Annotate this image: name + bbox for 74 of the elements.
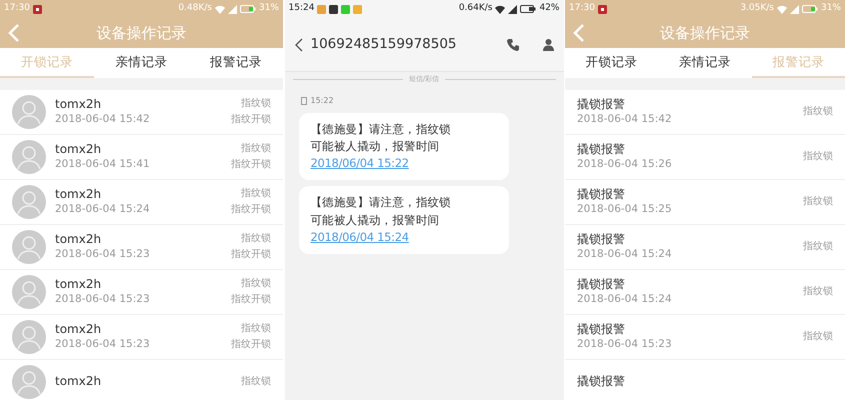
lock-type: 指纹锁 <box>241 374 271 389</box>
record-time: 2018-06-04 15:23 <box>577 337 673 352</box>
record-row[interactable]: tomx2h 指纹锁 <box>0 360 283 400</box>
lock-type: 指纹锁 <box>240 142 271 156</box>
lock-type: 指纹锁 <box>240 276 271 291</box>
lock-type: 指纹锁 <box>240 186 271 201</box>
unlock-method: 指纹开锁 <box>231 112 271 127</box>
phone-number: 10692485159978505 <box>310 35 458 54</box>
clock-text: 15:24 <box>288 2 314 16</box>
record-name: tomx2h <box>55 142 102 158</box>
record-row[interactable]: tomx2h 2018-06-04 15:41 指纹锁 指纹开锁 <box>0 135 283 180</box>
record-name: 撬锁报警 <box>577 276 626 292</box>
battery-text: 31% <box>820 2 841 16</box>
message-text: 【德施曼】请注意，指纹锁可能被人撬动，报警时间 <box>310 194 452 228</box>
record-row[interactable]: tomx2h 2018-06-04 15:23 指纹锁 指纹开锁 <box>0 270 283 315</box>
record-row[interactable]: 撬锁报警 2018-06-04 15:25 指纹锁 <box>565 180 845 225</box>
lock-type: 指纹锁 <box>240 232 271 246</box>
record-time: 2018-06-04 15:24 <box>577 247 673 262</box>
record-row[interactable]: 撬锁报警 2018-06-04 15:42 指纹锁 <box>565 90 845 135</box>
record-row[interactable]: tomx2h 2018-06-04 15:23 指纹锁 指纹开锁 <box>0 225 283 270</box>
battery-text: 42% <box>539 2 560 16</box>
record-time: 2018-06-04 15:42 <box>577 112 673 128</box>
record-row[interactable]: 撬锁报警 2018-06-04 15:24 指纹锁 <box>565 225 845 270</box>
record-row[interactable]: tomx2h 2018-06-04 15:24 指纹锁 指纹开锁 <box>0 180 283 225</box>
network-speed-text: 0.48K/s <box>178 2 212 16</box>
unlock-method: 指纹开锁 <box>231 338 271 352</box>
record-name: 撬锁报警 <box>577 142 626 158</box>
record-time: 2018-06-04 15:24 <box>55 202 151 218</box>
battery-text: 31% <box>258 2 279 16</box>
record-time: 2018-06-04 15:23 <box>55 292 151 308</box>
lock-type: 指纹锁 <box>803 240 833 254</box>
record-time: 2018-06-04 15:41 <box>55 157 151 172</box>
record-name: tomx2h <box>55 374 102 390</box>
clock-text: 17:30 <box>569 2 595 16</box>
record-time: 2018-06-04 15:23 <box>55 337 151 352</box>
record-time: 2018-06-04 15:26 <box>577 157 673 172</box>
page-title: 设备操作记录 <box>660 22 750 44</box>
record-name: tomx2h <box>55 186 102 202</box>
record-time: 2018-06-04 15:42 <box>55 112 151 128</box>
record-name: tomx2h <box>55 276 102 292</box>
lock-type: 指纹锁 <box>803 284 833 299</box>
lock-type: 指纹锁 <box>803 194 833 209</box>
record-name: tomx2h <box>55 96 102 112</box>
record-time: 2018-06-04 15:25 <box>577 202 673 218</box>
record-name: 撬锁报警 <box>577 232 626 248</box>
lock-type: 指纹锁 <box>240 322 271 336</box>
clock-text: 17:30 <box>4 2 30 16</box>
lock-type: 指纹锁 <box>803 104 833 119</box>
record-row[interactable]: 撬锁报警 2018-06-04 15:23 指纹锁 <box>565 315 845 360</box>
record-row[interactable]: tomx2h 2018-06-04 15:42 指纹锁 指纹开锁 <box>0 90 283 135</box>
lock-type: 指纹锁 <box>240 96 271 111</box>
record-name: 撬锁报警 <box>577 374 626 390</box>
record-time: 2018-06-04 15:23 <box>55 247 151 262</box>
message-time: 15:22 <box>310 94 334 106</box>
record-name: tomx2h <box>55 322 102 338</box>
record-name: 撬锁报警 <box>577 186 626 202</box>
record-row[interactable]: 撬锁报警 <box>565 360 845 400</box>
record-name: tomx2h <box>55 232 102 248</box>
unlock-method: 指纹开锁 <box>231 248 271 262</box>
record-name: 撬锁报警 <box>577 322 626 338</box>
unlock-method: 指纹开锁 <box>231 292 271 307</box>
lock-type: 指纹锁 <box>803 330 833 344</box>
record-row[interactable]: tomx2h 2018-06-04 15:23 指纹锁 指纹开锁 <box>0 315 283 360</box>
record-row[interactable]: 撬锁报警 2018-06-04 15:26 指纹锁 <box>565 135 845 180</box>
page-title: 设备操作记录 <box>96 22 186 44</box>
message-text: 【德施曼】请注意，指纹锁可能被人撬动，报警时间 <box>310 120 452 155</box>
record-time: 2018-06-04 15:24 <box>577 292 673 308</box>
unlock-method: 指纹开锁 <box>231 158 271 172</box>
record-name: 撬锁报警 <box>577 96 626 112</box>
network-speed-text: 3.05K/s <box>740 2 774 16</box>
record-row[interactable]: 撬锁报警 2018-06-04 15:24 指纹锁 <box>565 270 845 315</box>
lock-type: 指纹锁 <box>803 150 833 164</box>
unlock-method: 指纹开锁 <box>231 202 271 217</box>
network-speed-text: 0.64K/s <box>458 2 492 16</box>
